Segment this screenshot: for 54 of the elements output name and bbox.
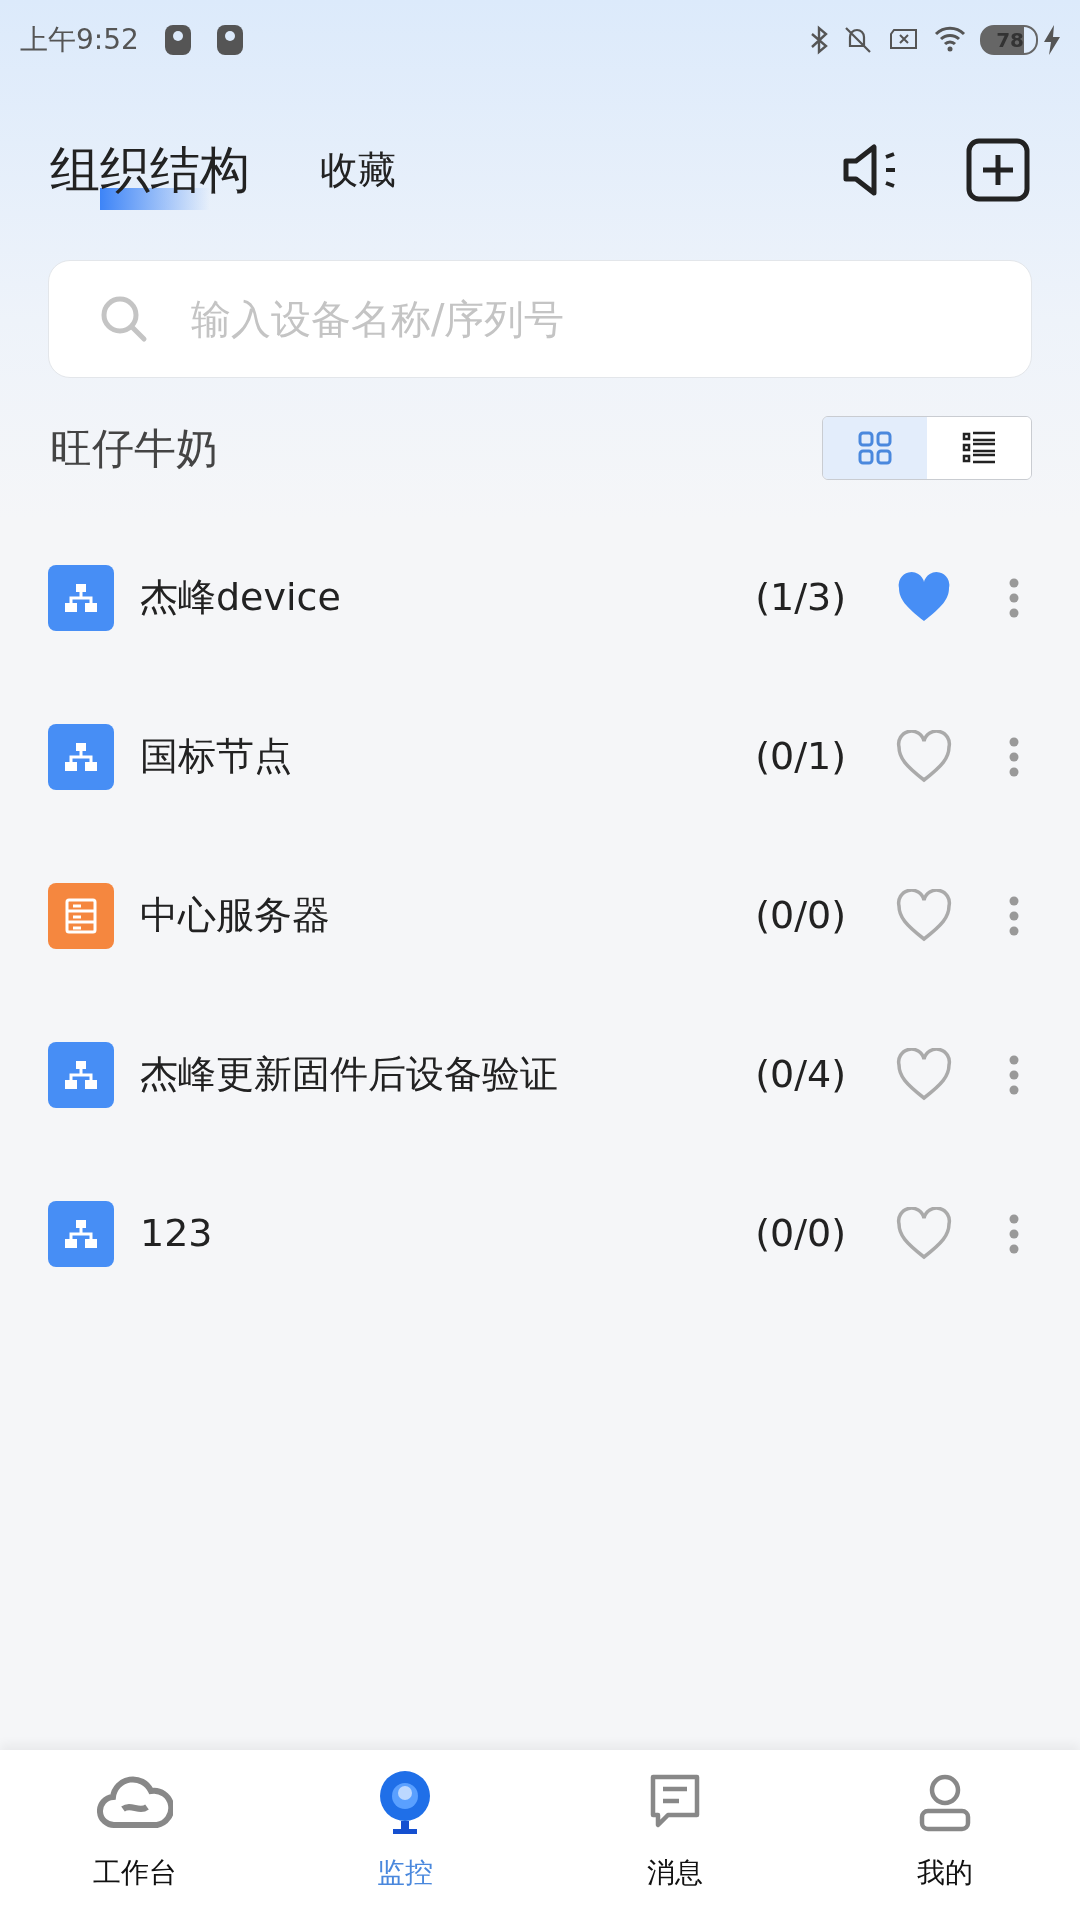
more-button[interactable] [1008, 736, 1020, 777]
device-group-name: 国标节点 [140, 733, 293, 780]
parking-icon [164, 25, 191, 55]
heart-icon [896, 1047, 952, 1102]
org-chart-icon [48, 1200, 114, 1267]
favorite-button[interactable] [896, 1047, 952, 1102]
org-chart-icon [48, 1041, 114, 1108]
server-icon [48, 882, 114, 949]
device-count: (0/4) [755, 1051, 846, 1098]
favorite-button[interactable] [896, 888, 952, 943]
more-icon [1008, 1213, 1020, 1254]
more-button[interactable] [1008, 895, 1020, 936]
device-count: (0/1) [755, 733, 846, 780]
person-icon [918, 1773, 972, 1833]
more-icon [1008, 1054, 1020, 1095]
more-button[interactable] [1008, 577, 1020, 618]
bluetooth-icon [810, 24, 829, 56]
parking-icon [216, 25, 243, 55]
tab[interactable]: 收藏 [320, 141, 396, 199]
more-icon [1008, 577, 1020, 618]
heart-icon [896, 1206, 952, 1261]
device-group-name: 杰峰device [140, 574, 342, 621]
view-toggle[interactable] [927, 417, 1031, 479]
nav-tab[interactable]: 工作台 [0, 1750, 270, 1920]
device-group-name: 中心服务器 [140, 892, 331, 939]
nav-tab[interactable]: 消息 [540, 1750, 810, 1920]
charging-icon [1044, 25, 1060, 55]
more-icon [1008, 895, 1020, 936]
nav-tab[interactable]: 监控 [270, 1750, 540, 1920]
favorite-button[interactable] [896, 729, 952, 784]
view-toggle[interactable] [823, 417, 927, 479]
heart-icon [896, 729, 952, 784]
favorite-button[interactable] [896, 1206, 952, 1261]
webcam-icon [377, 1770, 433, 1836]
status-time: 上午9:52 [20, 22, 139, 58]
device-group-name: 杰峰更新固件后设备验证 [140, 1051, 559, 1098]
tab[interactable]: 组织结构 [50, 132, 250, 208]
add-button[interactable] [966, 138, 1030, 202]
device-count: (0/0) [755, 892, 846, 939]
more-icon [1008, 736, 1020, 777]
device-group-name: 123 [140, 1210, 214, 1257]
more-button[interactable] [1008, 1213, 1020, 1254]
more-button[interactable] [1008, 1054, 1020, 1095]
section-title: 旺仔牛奶 [50, 422, 218, 475]
device-count: (0/0) [755, 1210, 846, 1257]
grid-icon [858, 431, 892, 465]
device-count: (1/3) [755, 574, 846, 621]
org-chart-icon [48, 723, 114, 790]
search-field[interactable]: 输入设备名称/序列号 [48, 260, 1032, 378]
org-chart-icon [48, 564, 114, 631]
nav-tab[interactable]: 我的 [810, 1750, 1080, 1920]
plus-icon [966, 138, 1030, 202]
list-icon [962, 431, 996, 465]
heart-icon [896, 888, 952, 943]
